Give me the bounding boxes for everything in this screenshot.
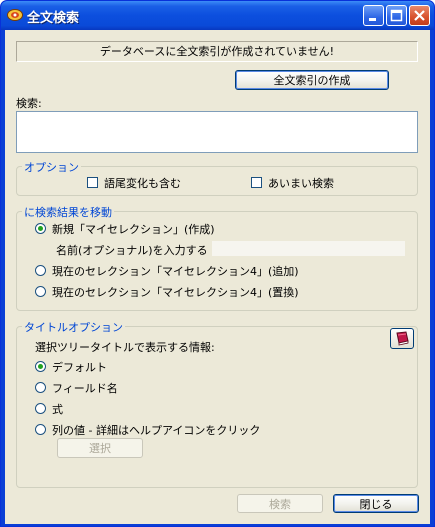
window-title: 全文検索: [27, 11, 80, 26]
create-index-button[interactable]: 全文索引の作成: [235, 70, 389, 90]
title-bar[interactable]: 全文検索: [1, 1, 434, 30]
new-selection-radio[interactable]: [35, 223, 46, 234]
title-formula-radio[interactable]: [35, 403, 46, 414]
selection-name-label: 名前(オプショナル)を入力する: [56, 244, 208, 257]
add-to-selection-label[interactable]: 現在のセレクション「マイセレクション4」(追加): [52, 263, 299, 279]
search-input[interactable]: [16, 111, 418, 153]
help-book-icon: [396, 331, 409, 346]
fuzzy-search-label[interactable]: あいまい検索: [268, 175, 334, 191]
replace-selection-radio[interactable]: [35, 286, 46, 297]
help-button[interactable]: [390, 328, 414, 349]
fuzzy-search-checkbox[interactable]: [251, 177, 262, 188]
add-to-selection-radio[interactable]: [35, 265, 46, 276]
title-default-label[interactable]: デフォルト: [52, 359, 107, 375]
maximize-icon: [390, 9, 403, 22]
app-icon: [7, 8, 23, 22]
close-icon: [414, 10, 425, 21]
title-formula-label[interactable]: 式: [52, 401, 63, 417]
title-options-legend: タイトルオプション: [22, 319, 125, 335]
index-status-message: データベースに全文索引が作成されていません!: [16, 41, 418, 62]
title-field-name-radio[interactable]: [35, 382, 46, 393]
dialog-window: 全文検索 データベースに全文索引が作成されていません! 全文索引の作成 検索: …: [0, 0, 435, 527]
move-results-legend: に検索結果を移動: [22, 204, 114, 220]
close-dialog-button[interactable]: 閉じる: [333, 494, 419, 513]
close-button[interactable]: [409, 5, 430, 26]
selection-name-input[interactable]: [212, 241, 405, 256]
new-selection-label[interactable]: 新規「マイセレクション」(作成): [52, 221, 215, 237]
maximize-button[interactable]: [386, 5, 407, 26]
search-label: 検索:: [16, 97, 42, 110]
title-column-value-radio[interactable]: [35, 424, 46, 435]
title-field-name-label[interactable]: フィールド名: [52, 380, 118, 396]
dialog-client-area: データベースに全文索引が作成されていません! 全文索引の作成 検索: オプション…: [5, 30, 430, 524]
title-info-label: 選択ツリータイトルで表示する情報:: [35, 341, 215, 354]
search-button[interactable]: 検索: [237, 494, 323, 513]
options-legend: オプション: [22, 159, 81, 175]
title-column-value-label[interactable]: 列の値 - 詳細はヘルプアイコンをクリック: [52, 422, 260, 438]
select-column-button[interactable]: 選択: [57, 438, 143, 458]
inflection-checkbox[interactable]: [87, 177, 98, 188]
replace-selection-label[interactable]: 現在のセレクション「マイセレクション4」(置換): [52, 284, 299, 300]
title-default-radio[interactable]: [35, 361, 46, 372]
minimize-button[interactable]: [363, 5, 384, 26]
minimize-icon: [369, 18, 376, 21]
inflection-label[interactable]: 語尾変化も含む: [104, 175, 181, 191]
